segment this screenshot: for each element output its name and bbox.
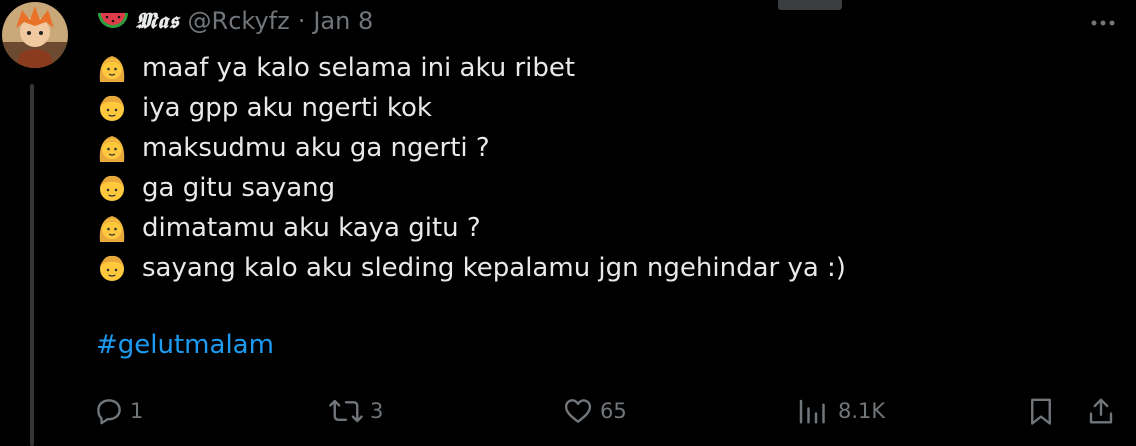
avatar-image <box>2 2 68 68</box>
share-icon <box>1089 398 1113 424</box>
tweet-header: 𝕸𝖆𝖘 @Rckyfz · Jan 8 <box>96 4 373 38</box>
heart-icon <box>564 399 592 423</box>
author-display-name[interactable]: 𝕸𝖆𝖘 <box>136 8 180 34</box>
tweet-line-text: maksudmu aku ga ngerti ? <box>142 133 490 163</box>
tweet-line-text: maaf ya kalo selama ini aku ribet <box>142 53 576 83</box>
woman-emoji-icon <box>99 136 125 162</box>
like-count: 65 <box>600 399 627 423</box>
boy-emoji-icon <box>100 255 124 281</box>
hashtag-link[interactable]: #gelutmalam <box>96 330 274 360</box>
tweet-line-text: iya gpp aku ngerti kok <box>142 93 432 123</box>
reply-button[interactable]: 1 <box>94 388 143 434</box>
tweet-line: maaf ya kalo selama ini aku ribet <box>96 48 1096 88</box>
top-tab-indicator <box>778 0 842 10</box>
boy-emoji-icon <box>100 175 124 201</box>
tweet-line: sayang kalo aku sleding kepalamu jgn nge… <box>96 248 1096 288</box>
tweet-line-text: ga gitu sayang <box>142 173 336 203</box>
bookmark-button[interactable] <box>1026 388 1056 434</box>
avatar[interactable] <box>2 2 68 68</box>
views-button[interactable]: 8.1K <box>796 388 885 434</box>
share-button[interactable] <box>1086 388 1116 434</box>
tweet-date[interactable]: Jan 8 <box>313 7 373 35</box>
woman-emoji-icon <box>99 56 125 82</box>
retweet-button[interactable]: 3 <box>328 388 383 434</box>
tweet-line-text: dimatamu aku kaya gitu ? <box>142 213 481 243</box>
retweet-count: 3 <box>370 399 384 423</box>
views-chart-icon <box>799 399 825 424</box>
views-count: 8.1K <box>838 399 886 423</box>
header-separator: · <box>297 7 306 35</box>
bookmark-icon <box>1031 398 1051 425</box>
reply-icon <box>97 399 121 425</box>
boy-emoji-icon <box>100 95 124 121</box>
like-button[interactable]: 65 <box>562 388 627 434</box>
more-icon <box>1091 20 1115 26</box>
tweet-line-text: sayang kalo aku sleding kepalamu jgn nge… <box>142 253 846 283</box>
more-options-button[interactable] <box>1086 8 1120 38</box>
tweet-body: maaf ya kalo selama ini aku ribet iya gp… <box>96 48 1096 288</box>
action-bar: 1 3 65 8.1K <box>0 388 1136 434</box>
watermelon-icon <box>98 13 128 28</box>
tweet-line: iya gpp aku ngerti kok <box>96 88 1096 128</box>
woman-emoji-icon <box>99 216 125 242</box>
tweet-line: dimatamu aku kaya gitu ? <box>96 208 1096 248</box>
tweet-line: ga gitu sayang <box>96 168 1096 208</box>
tweet-line: maksudmu aku ga ngerti ? <box>96 128 1096 168</box>
reply-count: 1 <box>130 399 144 423</box>
author-handle[interactable]: @Rckyfz <box>188 7 290 35</box>
retweet-icon <box>329 399 363 423</box>
